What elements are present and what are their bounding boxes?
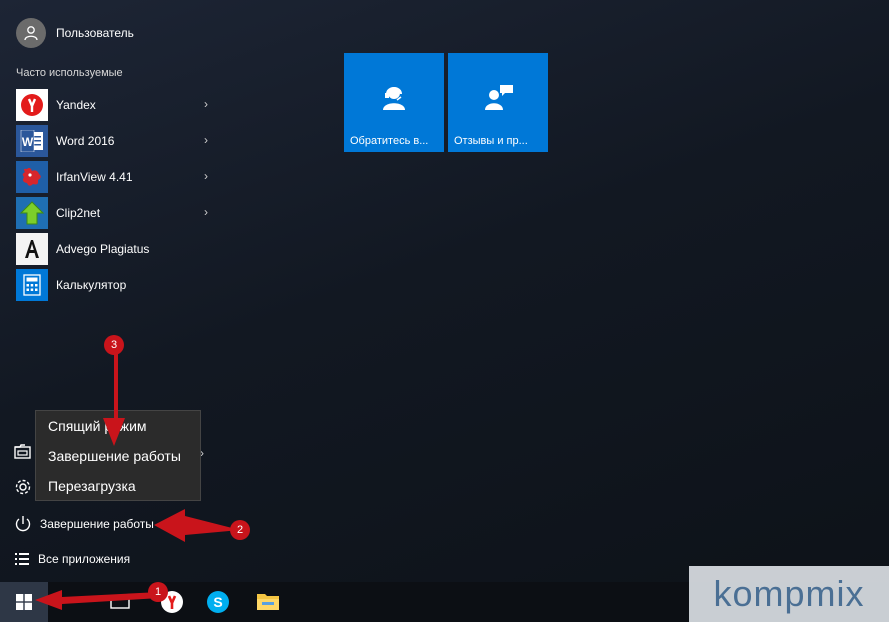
tile-label: Отзывы и пр... [454, 135, 528, 147]
app-item-clip2net[interactable]: Clip2net › [16, 195, 216, 231]
taskbar-explorer[interactable] [256, 590, 280, 617]
power-options-menu: Спящий режим Завершение работы Перезагру… [35, 410, 201, 501]
tile-feedback[interactable]: Отзывы и пр... [448, 53, 548, 152]
svg-text:S: S [213, 594, 222, 610]
power-label: Завершение работы [40, 517, 154, 531]
documents-icon-button[interactable] [14, 444, 32, 465]
user-account[interactable]: Пользователь [16, 17, 134, 49]
task-view-button[interactable] [110, 594, 130, 615]
chevron-right-icon[interactable]: › [204, 169, 208, 183]
annotation-badge-2: 2 [230, 520, 250, 540]
feedback-icon [485, 85, 513, 110]
clip2net-icon [16, 197, 48, 229]
app-label: Word 2016 [56, 134, 115, 148]
menu-item-sleep[interactable]: Спящий режим [48, 418, 147, 434]
folder-icon [257, 594, 279, 610]
annotation-badge-3: 3 [104, 335, 124, 355]
support-agent-icon [383, 87, 405, 110]
app-label: Yandex [56, 98, 96, 112]
app-label: Clip2net [56, 206, 101, 220]
app-item-yandex[interactable]: Yandex › [16, 87, 216, 123]
settings-icon-button[interactable] [14, 478, 32, 501]
svg-text:W: W [22, 135, 34, 149]
power-icon [15, 516, 31, 532]
chevron-right-icon[interactable]: › [204, 133, 208, 147]
user-name: Пользователь [56, 26, 134, 40]
app-label: Калькулятор [56, 278, 127, 292]
taskbar-skype[interactable]: S [206, 590, 230, 619]
app-label: IrfanView 4.41 [56, 170, 133, 184]
section-title: Часто используемые [16, 67, 123, 79]
app-item-word[interactable]: W Word 2016 › [16, 123, 216, 159]
menu-item-shutdown[interactable]: Завершение работы [48, 448, 181, 464]
app-label: Advego Plagiatus [56, 242, 150, 256]
tile-label: Обратитесь в... [350, 135, 429, 147]
tile-contact-support[interactable]: Обратитесь в... [344, 53, 444, 152]
chevron-right-icon[interactable]: › [204, 205, 208, 219]
user-icon [16, 18, 46, 48]
skype-icon: S [207, 591, 229, 613]
all-apps-label: Все приложения [38, 552, 131, 566]
app-item-advego[interactable]: Advego Plagiatus [16, 231, 216, 267]
start-menu: Пользователь Часто используемые Yandex ›… [0, 0, 889, 582]
chevron-right-icon[interactable]: › [204, 97, 208, 111]
gear-icon [15, 479, 31, 495]
watermark: kompmix [689, 566, 889, 622]
start-button[interactable] [0, 582, 48, 622]
menu-item-restart[interactable]: Перезагрузка [48, 478, 136, 494]
app-list: Yandex › W Word 2016 › IrfanView 4.41 › … [16, 87, 216, 303]
documents-icon [14, 444, 31, 459]
list-icon [15, 553, 29, 565]
task-view-icon [110, 595, 130, 609]
word-icon: W [16, 125, 48, 157]
annotation-badge-1: 1 [148, 582, 168, 602]
all-apps-button[interactable]: Все приложения [14, 551, 130, 567]
yandex-icon [16, 89, 48, 121]
app-item-calculator[interactable]: Калькулятор [16, 267, 216, 303]
advego-icon [16, 233, 48, 265]
windows-logo-icon [16, 594, 32, 610]
app-item-irfanview[interactable]: IrfanView 4.41 › [16, 159, 216, 195]
calculator-icon [16, 269, 48, 301]
power-button[interactable]: Завершение работы [14, 515, 154, 533]
irfanview-icon [16, 161, 48, 193]
